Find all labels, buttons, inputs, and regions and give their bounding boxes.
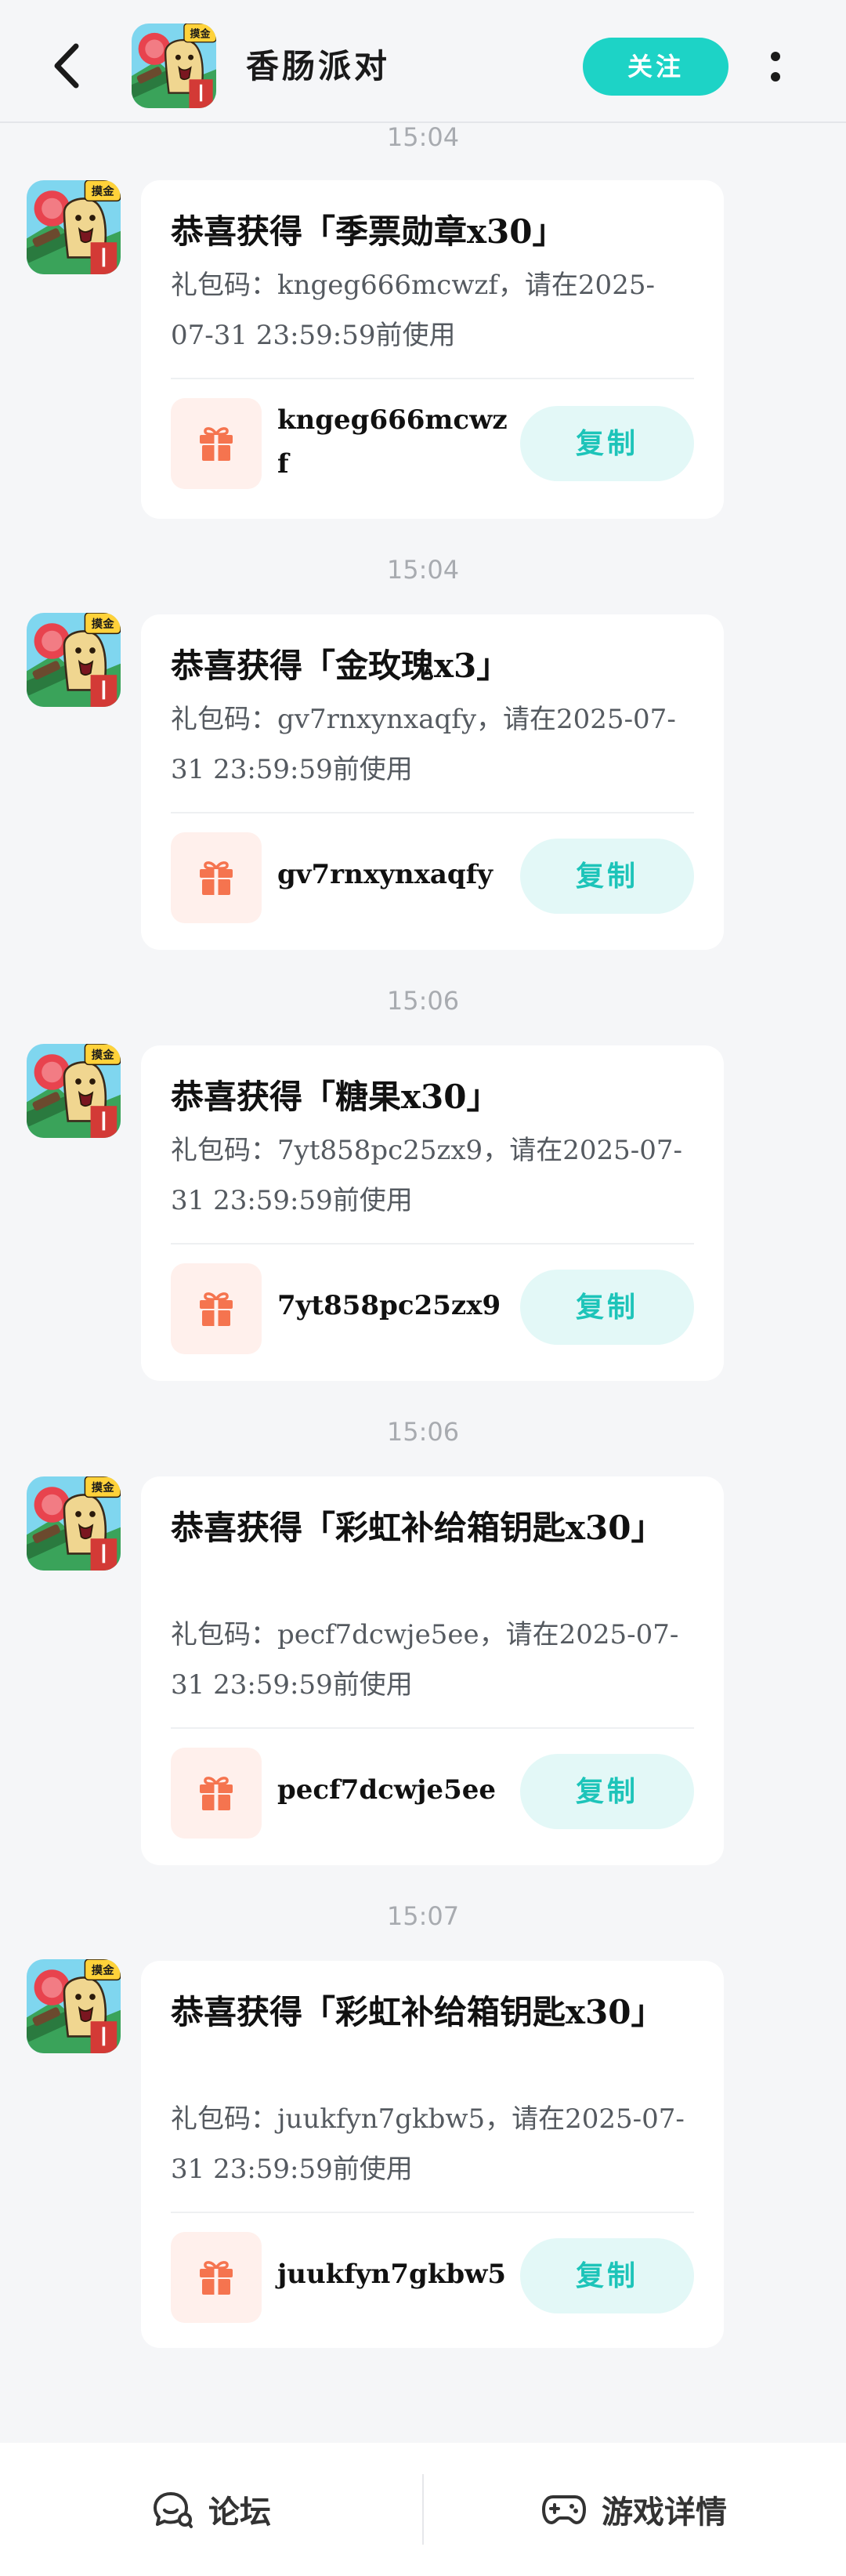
gift-message-card: 恭喜获得「糖果x30」 礼包码：7yt858pc25zx9，请在2025-07-…	[141, 1045, 724, 1381]
gift-icon-box	[171, 1263, 262, 1354]
tab-forum-label: 论坛	[208, 2494, 271, 2531]
message-timestamp: 15:06	[386, 986, 460, 1016]
game-logo-icon: 摸金	[27, 1044, 121, 1138]
game-logo-icon: 摸金	[27, 180, 121, 274]
sender-avatar[interactable]: 摸金	[27, 1959, 121, 2053]
divider	[171, 378, 694, 379]
message-title: 恭喜获得「糖果x30」	[171, 1078, 500, 1116]
message-title: 恭喜获得「彩虹补给箱钥匙x30」	[171, 1993, 664, 2031]
copy-button[interactable]: 复制	[520, 1754, 694, 1829]
dot-icon	[771, 52, 780, 61]
message-description: 礼包码：gv7rnxynxaqfy，请在2025-07-31 23:59:59前…	[171, 704, 676, 785]
gift-icon	[200, 2261, 233, 2295]
message-title: 恭喜获得「金玫瑰x3」	[171, 647, 510, 685]
gift-message-card: 恭喜获得「彩虹补给箱钥匙x30」 礼包码：pecf7dcwje5ee，请在202…	[141, 1476, 724, 1865]
gift-icon	[200, 1777, 233, 1810]
message-description: 礼包码：kngeg666mcwzf，请在2025-07-31 23:59:59前…	[171, 270, 655, 351]
gift-icon-box	[171, 2232, 262, 2323]
chat-bubble-icon	[154, 2492, 193, 2528]
copy-button[interactable]: 复制	[520, 2238, 694, 2313]
gift-code: 7yt858pc25zx9	[277, 1290, 501, 1321]
gift-code: kngeg666mcwzf	[277, 404, 508, 480]
gift-code: pecf7dcwje5ee	[277, 1774, 496, 1806]
game-logo-icon: 摸金	[27, 1476, 121, 1571]
gift-icon	[200, 1292, 233, 1326]
message-timestamp: 15:07	[386, 1901, 460, 1931]
message-timestamp: 15:06	[386, 1417, 460, 1447]
sender-avatar[interactable]: 摸金	[27, 180, 121, 274]
message-timestamp: 15:04	[386, 122, 460, 152]
gift-icon-box	[171, 398, 262, 489]
sender-avatar[interactable]: 摸金	[27, 613, 121, 707]
message-title: 恭喜获得「季票勋章x30」	[171, 212, 566, 251]
page-title: 香肠派对	[246, 47, 391, 85]
gift-code: juukfyn7gkbw5	[277, 2259, 507, 2290]
gift-message-card: 恭喜获得「季票勋章x30」 礼包码：kngeg666mcwzf，请在2025-0…	[141, 180, 724, 519]
gift-icon-box	[171, 832, 262, 923]
gift-icon	[200, 427, 233, 461]
tab-forum[interactable]: 论坛	[0, 2443, 423, 2576]
sender-avatar[interactable]: 摸金	[27, 1476, 121, 1571]
divider	[171, 2212, 694, 2213]
tab-game-detail-label: 游戏详情	[602, 2494, 727, 2531]
copy-button[interactable]: 复制	[520, 406, 694, 481]
game-avatar[interactable]: 摸金	[132, 24, 216, 108]
chevron-left-icon	[54, 43, 79, 89]
svg-text:摸金: 摸金	[92, 617, 114, 631]
message-description: 礼包码：7yt858pc25zx9，请在2025-07-31 23:59:59前…	[171, 1135, 682, 1216]
bottom-tab-bar: 论坛 游戏详情	[0, 2443, 846, 2576]
more-options-button[interactable]	[758, 39, 793, 94]
divider	[171, 812, 694, 813]
message-timestamp: 15:04	[386, 555, 460, 585]
gamepad-icon	[542, 2495, 586, 2524]
game-logo-icon: 摸金	[27, 613, 121, 707]
gift-icon-box	[171, 1748, 262, 1839]
copy-button[interactable]: 复制	[520, 1270, 694, 1345]
follow-button[interactable]: 关注	[583, 38, 728, 96]
gift-code: gv7rnxynxaqfy	[277, 859, 494, 890]
svg-text:摸金: 摸金	[190, 27, 212, 40]
divider	[171, 1727, 694, 1729]
svg-text:摸金: 摸金	[92, 184, 114, 198]
svg-text:摸金: 摸金	[92, 1480, 114, 1495]
message-description: 礼包码：juukfyn7gkbw5，请在2025-07-31 23:59:59前…	[171, 2103, 685, 2185]
gift-icon	[200, 861, 233, 895]
message-title: 恭喜获得「彩虹补给箱钥匙x30」	[171, 1509, 664, 1547]
divider	[171, 1243, 694, 1245]
copy-button[interactable]: 复制	[520, 839, 694, 914]
tab-game-detail[interactable]: 游戏详情	[423, 2443, 846, 2576]
top-bar: 摸金 香肠派对 关注	[0, 0, 846, 123]
game-logo-icon: 摸金	[132, 24, 216, 108]
game-logo-icon: 摸金	[27, 1959, 121, 2053]
dot-icon	[771, 72, 780, 82]
svg-text:摸金: 摸金	[92, 1048, 114, 1062]
svg-text:摸金: 摸金	[92, 1963, 114, 1977]
message-description: 礼包码：pecf7dcwje5ee，请在2025-07-31 23:59:59前…	[171, 1619, 679, 1701]
gift-message-card: 恭喜获得「彩虹补给箱钥匙x30」 礼包码：juukfyn7gkbw5，请在202…	[141, 1961, 724, 2348]
gift-message-card: 恭喜获得「金玫瑰x3」 礼包码：gv7rnxynxaqfy，请在2025-07-…	[141, 614, 724, 950]
back-button[interactable]	[39, 34, 94, 97]
sender-avatar[interactable]: 摸金	[27, 1044, 121, 1138]
